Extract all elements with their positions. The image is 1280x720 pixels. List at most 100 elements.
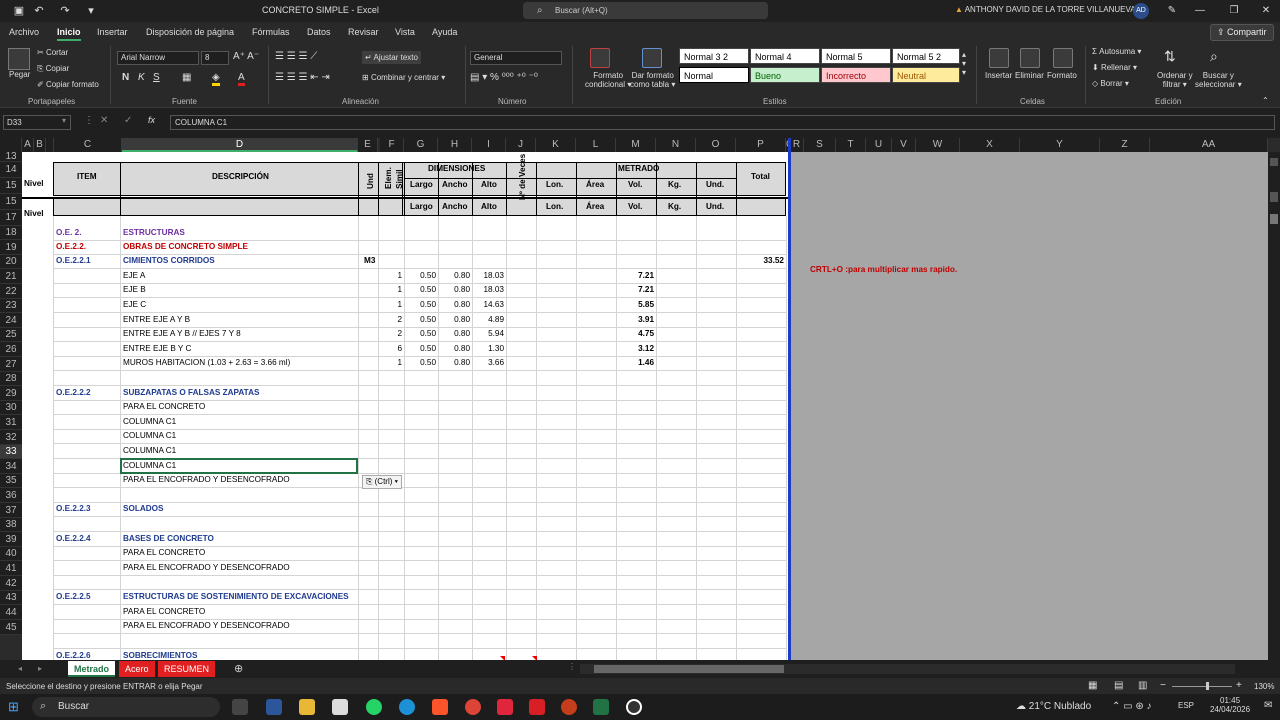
cell-vol[interactable]: 4.75	[616, 327, 654, 342]
align-left-icons[interactable]: ☰ ☰ ☰ ⇤ ⇥	[275, 72, 330, 83]
find-select-icon[interactable]: ⌕	[1210, 48, 1218, 65]
excel-icon[interactable]	[593, 699, 609, 715]
tab-revisar[interactable]: Revisar	[348, 27, 379, 37]
insert-cells-icon[interactable]	[989, 48, 1009, 68]
restore-icon[interactable]: ❐	[1226, 3, 1242, 19]
row-header[interactable]: 28	[0, 372, 22, 386]
border-icon[interactable]: ▦	[182, 72, 191, 83]
column-header[interactable]: J	[506, 138, 536, 152]
cell-und[interactable]: M3	[364, 254, 378, 269]
column-header[interactable]: AA	[1150, 138, 1268, 152]
cell-description[interactable]: EJE C	[123, 298, 353, 313]
cell-largo[interactable]: 0.50	[404, 342, 436, 357]
style-neutral[interactable]: Neutral	[892, 67, 960, 83]
autocad-icon[interactable]	[497, 699, 513, 715]
row-header[interactable]: 25	[0, 328, 22, 342]
tab-split-icon[interactable]: ⋮	[568, 662, 576, 671]
normal-view-icon[interactable]: ▦	[1088, 680, 1097, 691]
row-header[interactable]: 39	[0, 532, 22, 547]
chrome-icon[interactable]	[465, 699, 481, 715]
pen-icon[interactable]: ✎	[1164, 3, 1180, 19]
row-header[interactable]: 17	[0, 210, 22, 226]
column-header[interactable]: L	[576, 138, 616, 152]
column-header[interactable]: H	[438, 138, 472, 152]
zoom-thumb[interactable]	[1206, 682, 1209, 690]
cell-vol[interactable]: 5.85	[616, 298, 654, 313]
column-header[interactable]: A	[22, 138, 34, 152]
obs-icon[interactable]	[626, 699, 642, 715]
cell-item[interactable]: O.E.2.2.	[56, 240, 120, 255]
column-header[interactable]: S	[804, 138, 836, 152]
font-name-select[interactable]: Arial Narrow	[117, 51, 199, 65]
column-header[interactable]: P	[736, 138, 786, 152]
collapse-ribbon-icon[interactable]: ⌃	[1262, 96, 1269, 105]
cell-item[interactable]: O.E.2.2.4	[56, 532, 120, 547]
column-header[interactable]: D	[122, 138, 358, 152]
tab-ayuda[interactable]: Ayuda	[432, 27, 457, 37]
column-header[interactable]: W	[916, 138, 960, 152]
cell-description[interactable]: SUBZAPATAS O FALSAS ZAPATAS	[123, 386, 353, 401]
table-format-icon[interactable]	[642, 48, 662, 68]
row-header[interactable]: 22	[0, 284, 22, 299]
cell-ancho[interactable]: 0.80	[438, 283, 470, 298]
column-header[interactable]: R	[790, 138, 804, 152]
cell-item[interactable]: O.E.2.2.6	[56, 649, 120, 660]
cell-alto[interactable]: 1.30	[472, 342, 504, 357]
tab-disposicion[interactable]: Disposición de página	[146, 27, 234, 37]
select-all-corner[interactable]	[0, 138, 22, 152]
tab-formulas[interactable]: Fórmulas	[252, 27, 290, 37]
cell-item[interactable]: O.E.2.2.3	[56, 502, 120, 517]
cell-description[interactable]: EJE A	[123, 269, 353, 284]
style-normal-5[interactable]: Normal 5	[821, 48, 891, 64]
conditional-format-icon[interactable]	[590, 48, 610, 68]
outside-print-area[interactable]: CRTL+O :para multiplicar mas rapido.	[790, 152, 1268, 660]
avatar[interactable]: AD	[1133, 3, 1149, 19]
row-header[interactable]: 41	[0, 561, 22, 576]
cell-description[interactable]: COLUMNA C1	[123, 415, 353, 430]
fill-button[interactable]: ⬇ Rellenar ▾	[1092, 63, 1137, 72]
cell-description[interactable]: PARA EL CONCRETO	[123, 605, 353, 620]
insert-function-icon[interactable]: fx	[148, 115, 155, 125]
cell-elem[interactable]: 2	[378, 313, 402, 328]
cell-largo[interactable]: 0.50	[404, 327, 436, 342]
delete-cells-icon[interactable]	[1020, 48, 1040, 68]
column-header[interactable]: K	[536, 138, 576, 152]
row-header[interactable]: 33	[0, 445, 22, 459]
minimize-icon[interactable]: —	[1192, 3, 1208, 19]
row-header[interactable]: 35	[0, 474, 22, 488]
row-header[interactable]: 45	[0, 620, 22, 635]
cell-description[interactable]: EJE B	[123, 283, 353, 298]
cell-ancho[interactable]: 0.80	[438, 269, 470, 284]
row-header[interactable]: 18	[0, 226, 22, 240]
tab-archivo[interactable]: Archivo	[9, 27, 39, 37]
cell-item[interactable]: O.E. 2.	[56, 226, 120, 241]
row-header[interactable]: 27	[0, 357, 22, 372]
format-as-table-button[interactable]: Dar formato como tabla ▾	[630, 71, 675, 89]
style-bueno[interactable]: Bueno	[750, 67, 820, 83]
sort-filter-button[interactable]: Ordenar y filtrar ▾	[1157, 71, 1193, 89]
cell-elem[interactable]: 6	[378, 342, 402, 357]
row-header[interactable]: 34	[0, 459, 22, 474]
prev-sheet-icon[interactable]: ◂	[18, 664, 22, 673]
underline-icon[interactable]: S	[153, 72, 160, 83]
zoom-out-icon[interactable]: −	[1160, 680, 1166, 691]
name-box-dropdown-icon[interactable]: ▾	[62, 116, 66, 125]
add-sheet-icon[interactable]: ⊕	[234, 662, 243, 675]
tab-inicio[interactable]: Inicio	[57, 27, 81, 41]
redo-icon[interactable]: ↷	[58, 4, 72, 18]
cell-vol[interactable]: 7.21	[616, 283, 654, 298]
autosum-button[interactable]: Σ Autosuma ▾	[1092, 47, 1141, 56]
cell-ancho[interactable]: 0.80	[438, 298, 470, 313]
cell-largo[interactable]: 0.50	[404, 283, 436, 298]
tray-icons[interactable]: ⌃ ▭ ⊛ ♪	[1112, 701, 1152, 712]
tab-datos[interactable]: Datos	[307, 27, 331, 37]
share-button[interactable]: ⇪ Compartir	[1210, 24, 1274, 41]
column-header[interactable]: C	[54, 138, 122, 152]
row-header[interactable]: 42	[0, 576, 22, 591]
cell-largo[interactable]: 0.50	[404, 298, 436, 313]
format-painter-button[interactable]: ✐ Copiar formato	[37, 80, 99, 89]
row-header[interactable]: 15	[0, 194, 22, 210]
style-normal-3-2[interactable]: Normal 3 2	[679, 48, 749, 64]
scroll-up-icon[interactable]	[1270, 158, 1278, 166]
column-header[interactable]: U	[866, 138, 892, 152]
